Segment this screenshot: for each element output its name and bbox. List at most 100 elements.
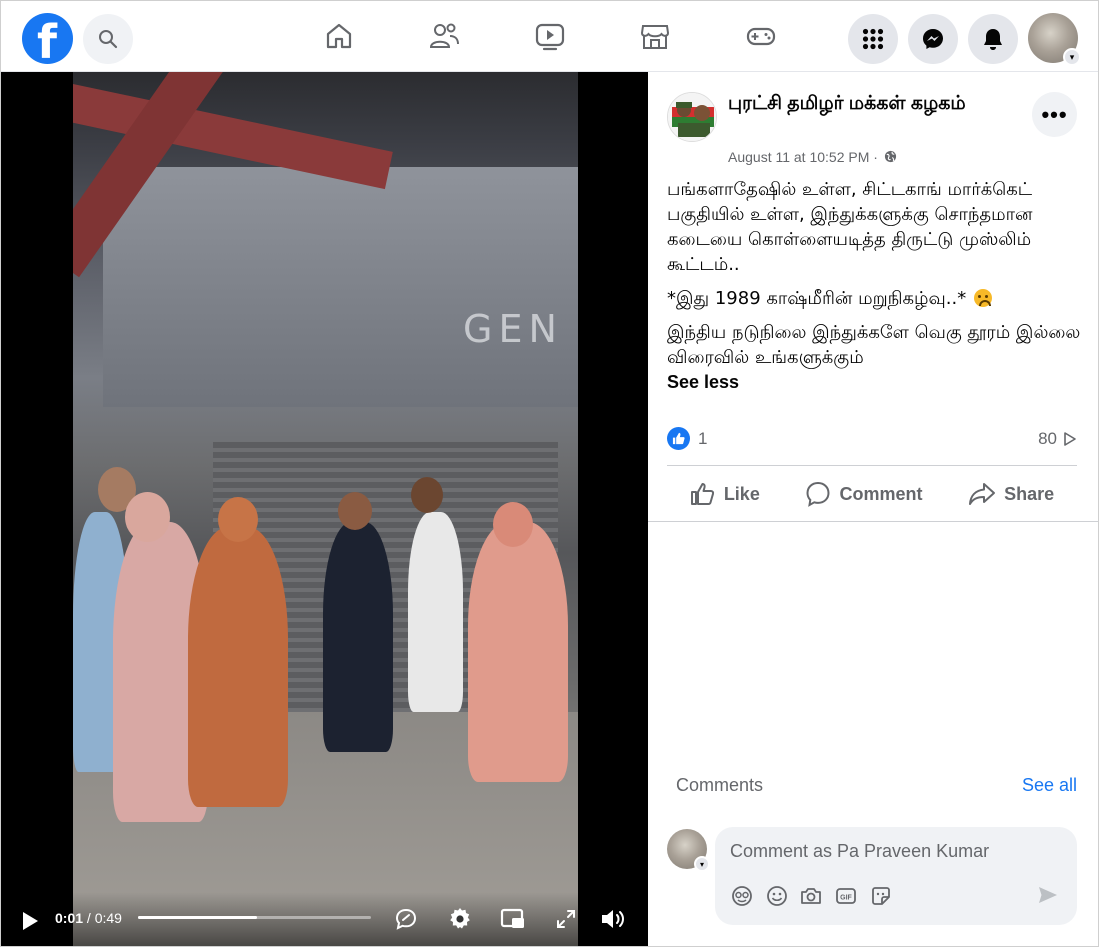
fullscreen-button[interactable] [552, 905, 580, 933]
video-frame: GEN [73, 72, 578, 946]
home-icon [326, 23, 352, 49]
top-navigation-bar: f ▾ [1, 1, 1098, 72]
more-icon: ••• [1041, 101, 1068, 127]
see-less-link[interactable]: See less [667, 370, 1082, 395]
person [408, 512, 463, 712]
comment-button[interactable]: Comment [805, 481, 923, 507]
avatar-sticker-icon [732, 886, 752, 906]
share-button[interactable]: Share [968, 482, 1054, 506]
person [468, 522, 568, 782]
building-facade [103, 167, 578, 407]
divider [648, 521, 1098, 522]
notifications-button[interactable] [968, 14, 1018, 64]
home-nav[interactable] [322, 19, 356, 53]
reactions-summary[interactable]: 1 [667, 427, 707, 450]
see-all-comments-link[interactable]: See all [1022, 775, 1077, 796]
send-icon[interactable] [1037, 884, 1059, 906]
post-panel: புரட்சி தமிழர் மக்கள் கழகம் August 11 at… [648, 72, 1098, 946]
page-avatar[interactable] [667, 92, 717, 142]
marketplace-nav[interactable] [638, 19, 672, 53]
gif-icon: GIF [836, 888, 856, 904]
gaming-icon [746, 27, 776, 46]
miniplayer-icon [500, 908, 524, 928]
like-label: Like [723, 483, 760, 504]
gear-icon [450, 908, 470, 929]
chevron-down-icon[interactable]: ▾ [1063, 48, 1081, 66]
comment-label: Comment [839, 483, 923, 504]
comment-input[interactable]: Comment as Pa Praveen Kumar GIF [715, 827, 1077, 925]
store-sign: GEN [463, 307, 563, 351]
friends-icon [429, 23, 459, 48]
watch-nav[interactable] [533, 19, 567, 53]
post-timestamp: August 11 at 10:52 PM · [728, 149, 897, 165]
facebook-logo[interactable]: f [22, 13, 73, 69]
post-paragraph: இந்திய நடுநிலை இந்துக்களே வெகு தூரம் இல்… [667, 322, 1081, 368]
like-count: 1 [698, 428, 708, 448]
view-count-text: 80 [1038, 429, 1057, 448]
watch-icon [535, 23, 565, 51]
volume-icon [602, 910, 624, 928]
person-head [125, 492, 170, 542]
current-user-avatar[interactable]: ▾ [667, 829, 710, 872]
post-paragraph: *இது 1989 காஷ்மீரின் மறுநிகழ்வு..* [667, 286, 1082, 311]
svg-text:GIF: GIF [840, 895, 852, 902]
miniplayer-button[interactable] [499, 905, 527, 933]
post-text: பங்களாதேஷில் உள்ள, சிட்டகாங் மார்க்கெட் … [667, 177, 1082, 395]
post-paragraph-text: *இது 1989 காஷ்மீரின் மறுநிகழ்வு..* [667, 288, 967, 309]
menu-button[interactable] [848, 14, 898, 64]
timestamp-text[interactable]: August 11 at 10:52 PM · [728, 149, 878, 165]
emoji-button[interactable] [765, 884, 789, 908]
page-name[interactable]: புரட்சி தமிழர் மக்கள் கழகம் [728, 92, 988, 116]
person [323, 522, 393, 752]
video-player[interactable]: GEN 0:01 / 0:49 [1, 72, 648, 946]
chevron-down-icon[interactable]: ▾ [694, 856, 710, 872]
total-time: / 0:49 [86, 910, 122, 926]
emoji-icon [767, 886, 787, 906]
gaming-nav[interactable] [744, 19, 778, 53]
divider [667, 465, 1077, 466]
volume-button[interactable] [600, 905, 628, 933]
comments-label: Comments [676, 775, 764, 795]
like-button[interactable]: Like [690, 482, 760, 506]
captions-button[interactable] [392, 905, 420, 933]
person [188, 527, 288, 807]
facebook-logo-letter: f [37, 15, 58, 69]
friends-nav[interactable] [427, 19, 461, 53]
search-button[interactable] [83, 14, 133, 64]
post-actions: Like Comment Share [667, 472, 1077, 516]
video-progress-fill [138, 916, 257, 919]
messenger-icon [923, 29, 943, 49]
notifications-icon [984, 29, 1002, 50]
thumbs-up-icon [690, 483, 714, 505]
camera-icon [801, 888, 821, 904]
video-time: 0:01 / 0:49 [55, 910, 122, 926]
globe-icon [884, 150, 896, 163]
sticker-icon [872, 887, 890, 905]
post-paragraph: பங்களாதேஷில் உள்ள, சிட்டகாங் மார்க்கெட் … [667, 179, 1033, 275]
share-label: Share [1004, 483, 1055, 504]
person-head [411, 477, 443, 513]
play-outline-icon [1064, 432, 1076, 446]
current-time: 0:01 [55, 910, 84, 926]
captions-icon [395, 908, 417, 930]
photo-button[interactable] [799, 884, 823, 908]
person-head [218, 497, 258, 542]
settings-button[interactable] [446, 905, 474, 933]
share-icon [969, 483, 996, 505]
avatar-sticker-button[interactable] [730, 884, 754, 908]
page-logo-image [668, 93, 716, 141]
profile-avatar[interactable]: ▾ [1028, 13, 1081, 66]
view-count: 80 [1038, 429, 1077, 449]
menu-grid-icon [862, 28, 884, 50]
search-icon [99, 30, 118, 49]
person-head [493, 502, 533, 547]
person-head [338, 492, 372, 530]
gif-button[interactable]: GIF [834, 884, 858, 908]
messenger-button[interactable] [908, 14, 958, 64]
more-options-button[interactable]: ••• [1032, 92, 1077, 137]
like-reaction-icon [667, 427, 690, 450]
marketplace-icon [640, 25, 670, 49]
sticker-button[interactable] [869, 884, 893, 908]
play-icon[interactable] [20, 911, 40, 931]
video-progress-bar[interactable] [138, 916, 371, 919]
